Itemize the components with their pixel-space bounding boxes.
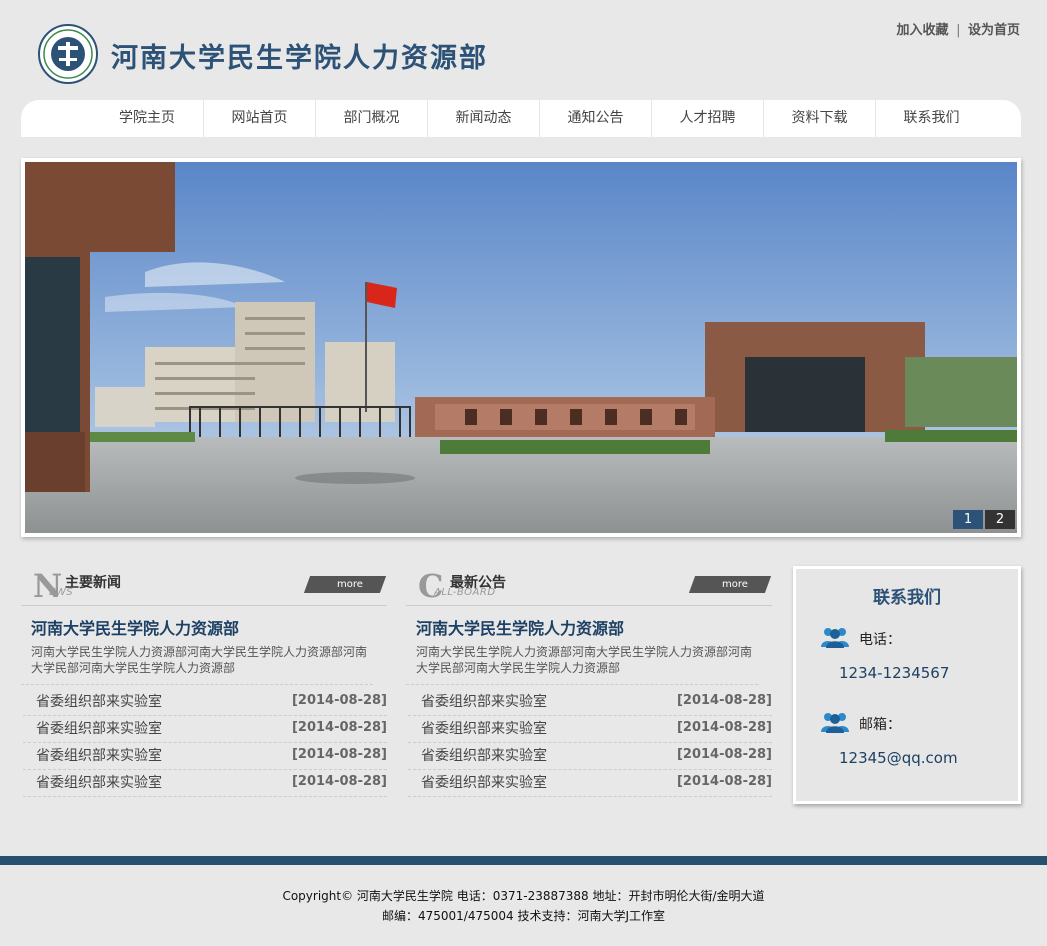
top-links-separator: | bbox=[956, 23, 961, 38]
news-list-item[interactable]: 省委组织部来实验室 [2014-08-28] bbox=[23, 689, 387, 716]
news-list: 省委组织部来实验室 [2014-08-28] 省委组织部来实验室 [2014-08-… bbox=[21, 689, 387, 797]
nav-item-college-home[interactable]: 学院主页 bbox=[91, 100, 203, 137]
email-value[interactable]: 12345@qq.com bbox=[839, 749, 958, 767]
nav-item-overview[interactable]: 部门概况 bbox=[315, 100, 427, 137]
email-label: 邮箱： bbox=[859, 717, 901, 733]
footer-copyright: Copyright© 河南大学民生学院 电话：0371-23887388 地址：… bbox=[282, 889, 765, 903]
news-list-item[interactable]: 省委组织部来实验室 [2014-08-28] bbox=[23, 770, 387, 797]
phone-label: 电话： bbox=[859, 632, 901, 648]
nav-item-notices[interactable]: 通知公告 bbox=[539, 100, 651, 137]
nav-item-contact[interactable]: 联系我们 bbox=[875, 100, 987, 137]
slide-dot-2[interactable]: 2 bbox=[985, 510, 1015, 529]
notice-item-title: 省委组织部来实验室 bbox=[421, 775, 547, 791]
banner-slideshow: 1 2 bbox=[21, 158, 1021, 537]
slide-pager: 1 2 bbox=[951, 510, 1015, 529]
news-item-date: [2014-08-28] bbox=[291, 720, 387, 735]
news-more-button[interactable]: more bbox=[303, 576, 387, 593]
people-icon bbox=[821, 713, 849, 733]
notice-item-title: 省委组织部来实验室 bbox=[421, 694, 547, 710]
nav-item-news[interactable]: 新闻动态 bbox=[427, 100, 539, 137]
notice-item-date: [2014-08-28] bbox=[676, 720, 772, 735]
footer-divider bbox=[0, 856, 1047, 865]
main-nav: 学院主页 网站首页 部门概况 新闻动态 通知公告 人才招聘 资料下载 联系我们 bbox=[21, 100, 1021, 137]
add-favorite-link[interactable]: 加入收藏 bbox=[897, 23, 949, 38]
news-feature-title[interactable]: 河南大学民生学院人力资源部 bbox=[31, 615, 373, 639]
contact-title: 联系我们 bbox=[873, 588, 941, 608]
nav-item-site-home[interactable]: 网站首页 bbox=[203, 100, 315, 137]
notice-item-date: [2014-08-28] bbox=[676, 693, 772, 708]
notice-item-title: 省委组织部来实验室 bbox=[421, 721, 547, 737]
notices-more-button[interactable]: more bbox=[688, 576, 772, 593]
news-list-item[interactable]: 省委组织部来实验室 [2014-08-28] bbox=[23, 743, 387, 770]
notices-more-label: more bbox=[722, 579, 748, 590]
notice-list-item[interactable]: 省委组织部来实验室 [2014-08-28] bbox=[408, 770, 772, 797]
footer-postcode: 邮编：475001/475004 技术支持：河南大学J工作室 bbox=[381, 909, 665, 923]
news-list-item[interactable]: 省委组织部来实验室 [2014-08-28] bbox=[23, 716, 387, 743]
notices-panel-title: 最新公告 bbox=[450, 575, 506, 591]
notice-item-title: 省委组织部来实验室 bbox=[421, 748, 547, 764]
news-item-date: [2014-08-28] bbox=[291, 774, 387, 789]
notices-list: 省委组织部来实验室 [2014-08-28] 省委组织部来实验室 [2014-08-… bbox=[406, 689, 772, 797]
news-feature: 河南大学民生学院人力资源部 河南大学民生学院人力资源部河南大学民生学院人力资源部… bbox=[21, 606, 373, 685]
news-item-title: 省委组织部来实验室 bbox=[36, 721, 162, 737]
news-item-title: 省委组织部来实验室 bbox=[36, 694, 162, 710]
site-title: 河南大学民生学院人力资源部 bbox=[111, 43, 488, 74]
notices-feature: 河南大学民生学院人力资源部 河南大学民生学院人力资源部河南大学民生学院人力资源部… bbox=[406, 606, 758, 685]
notice-list-item[interactable]: 省委组织部来实验室 [2014-08-28] bbox=[408, 716, 772, 743]
news-feature-text: 河南大学民生学院人力资源部河南大学民生学院人力资源部河南大学民部河南大学民生学院… bbox=[31, 645, 368, 675]
notices-panel-header: C ALL-BOARD 最新公告 more bbox=[406, 566, 772, 606]
set-homepage-link[interactable]: 设为首页 bbox=[968, 23, 1020, 38]
news-panel: N EWS 主要新闻 more 河南大学民生学院人力资源部 河南大学民生学院人力… bbox=[21, 566, 387, 797]
notice-item-date: [2014-08-28] bbox=[676, 747, 772, 762]
people-icon bbox=[821, 628, 849, 648]
news-item-date: [2014-08-28] bbox=[291, 747, 387, 762]
notices-feature-text: 河南大学民生学院人力资源部河南大学民生学院人力资源部河南大学民部河南大学民生学院… bbox=[416, 645, 753, 675]
top-links: 加入收藏 | 设为首页 bbox=[897, 19, 1020, 38]
notices-panel: C ALL-BOARD 最新公告 more 河南大学民生学院人力资源部 河南大学… bbox=[406, 566, 772, 797]
notices-feature-title[interactable]: 河南大学民生学院人力资源部 bbox=[416, 615, 758, 639]
notice-list-item[interactable]: 省委组织部来实验室 [2014-08-28] bbox=[408, 689, 772, 716]
campus-gate-photo[interactable] bbox=[25, 162, 1017, 533]
phone-value[interactable]: 1234-1234567 bbox=[839, 664, 949, 682]
nav-item-downloads[interactable]: 资料下载 bbox=[763, 100, 875, 137]
news-panel-title: 主要新闻 bbox=[65, 575, 121, 591]
notice-list-item[interactable]: 省委组织部来实验室 [2014-08-28] bbox=[408, 743, 772, 770]
news-item-date: [2014-08-28] bbox=[291, 693, 387, 708]
nav-item-recruitment[interactable]: 人才招聘 bbox=[651, 100, 763, 137]
university-logo-icon[interactable] bbox=[38, 24, 98, 84]
news-more-label: more bbox=[337, 579, 363, 590]
footer: Copyright© 河南大学民生学院 电话：0371-23887388 地址：… bbox=[0, 865, 1047, 946]
notice-item-date: [2014-08-28] bbox=[676, 774, 772, 789]
news-panel-header: N EWS 主要新闻 more bbox=[21, 566, 387, 606]
news-item-title: 省委组织部来实验室 bbox=[36, 775, 162, 791]
contact-box: 联系我们 电话： 1234-1234567 邮箱： 12345@qq.com bbox=[793, 566, 1021, 804]
slide-dot-1[interactable]: 1 bbox=[953, 510, 983, 529]
news-item-title: 省委组织部来实验室 bbox=[36, 748, 162, 764]
header: 河南大学民生学院人力资源部 加入收藏 | 设为首页 bbox=[0, 0, 1047, 100]
